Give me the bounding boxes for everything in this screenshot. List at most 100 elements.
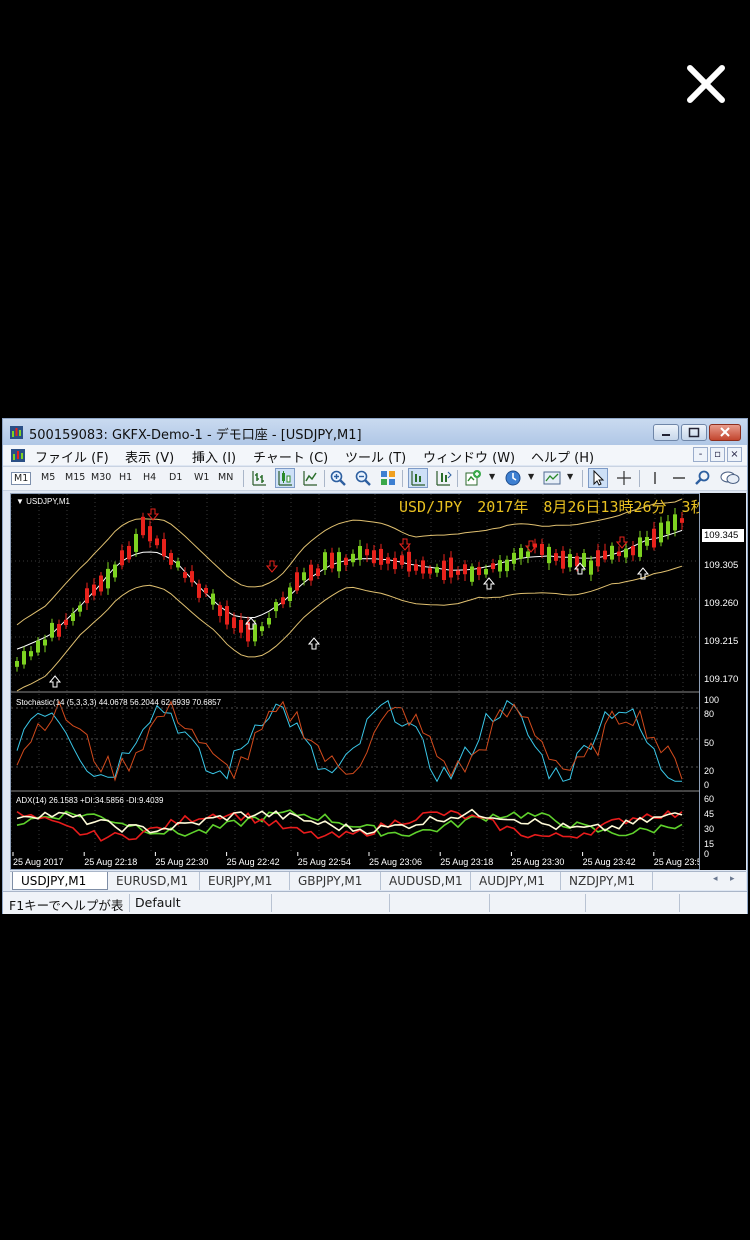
candle-body: [554, 553, 558, 561]
menu-file[interactable]: ファイル (F): [35, 447, 109, 466]
candle-body: [568, 554, 572, 568]
app-icon: [10, 426, 23, 439]
crosshair-icon[interactable]: [615, 469, 633, 487]
tab-audjpy[interactable]: AUDJPY,M1: [471, 872, 561, 890]
candle-body: [281, 597, 285, 605]
close-window-button[interactable]: [709, 424, 741, 441]
candle-body: [302, 572, 306, 581]
candle-body: [155, 538, 159, 546]
cursor-icon[interactable]: [588, 468, 608, 488]
period-dropdown-arrow[interactable]: ▼: [528, 472, 534, 481]
candle-body: [561, 550, 565, 569]
timeframe-m15[interactable]: M15: [65, 472, 85, 483]
candle-body: [470, 566, 474, 582]
maximize-icon: [688, 427, 700, 438]
candle-body: [435, 567, 439, 573]
timeframe-m30[interactable]: M30: [91, 472, 111, 483]
tab-audusd[interactable]: AUDUSD,M1: [381, 872, 471, 890]
tab-nzdjpy[interactable]: NZDJPY,M1: [561, 872, 653, 890]
timeframe-h1[interactable]: H1: [119, 472, 132, 483]
candle-body: [421, 560, 425, 574]
tab-gbpjpy[interactable]: GBPJPY,M1: [290, 872, 381, 890]
adx-label: ADX(14) 26.1583 +DI:34.5856 -DI:9.4039: [16, 796, 164, 805]
candle-body: [113, 564, 117, 578]
timeframe-h4[interactable]: H4: [143, 472, 156, 483]
timeframe-mn[interactable]: MN: [218, 472, 233, 483]
candles: [15, 508, 684, 672]
menu-window[interactable]: ウィンドウ (W): [423, 447, 515, 466]
chat-icon[interactable]: [719, 469, 741, 487]
maximize-button[interactable]: [681, 424, 707, 441]
candle-body: [519, 548, 523, 559]
candle-body: [218, 605, 222, 616]
indicators-dropdown-arrow[interactable]: ▼: [489, 472, 495, 481]
price-axis-label-0: 109.305: [704, 560, 739, 571]
menu-view[interactable]: 表示 (V): [125, 447, 174, 466]
timeframe-m1[interactable]: M1: [11, 472, 32, 485]
stoch-level-100: 100: [704, 695, 720, 705]
search-icon[interactable]: [693, 469, 711, 487]
candle-body: [631, 546, 635, 556]
candle-body: [36, 640, 40, 653]
stochastic-main-line: [16, 699, 682, 783]
candle-body: [50, 622, 54, 638]
candle-body: [204, 587, 208, 594]
line-chart-icon[interactable]: [301, 469, 319, 487]
title-bar: 500159083: GKFX-Demo-1 - デモ口座 - [USDJPY,…: [3, 419, 747, 445]
timeframe-d1[interactable]: D1: [169, 472, 182, 483]
candle-body: [589, 560, 593, 575]
candle-body: [239, 619, 243, 633]
clock-text: USD/JPY 2017年 8月26日13時26分 3秒: [399, 498, 699, 516]
price-axis-panel: 109.345 109.305 109.260 109.215 109.170 …: [700, 493, 746, 870]
horizontal-line-icon[interactable]: [670, 469, 688, 487]
candle-body: [15, 660, 19, 667]
tab-eurjpy[interactable]: EURJPY,M1: [200, 872, 290, 890]
time-label: 25 Aug 23:42: [583, 857, 636, 867]
zoom-in-icon[interactable]: [329, 469, 347, 487]
close-overlay-button[interactable]: [682, 60, 730, 108]
timeframe-w1[interactable]: W1: [194, 472, 209, 483]
menu-chart[interactable]: チャート (C): [253, 447, 328, 466]
chart-area[interactable]: ▼ USDJPY,M1 USD/JPY 2017年 8月26日13時26分 3秒…: [10, 493, 700, 870]
period-clock-icon[interactable]: [504, 469, 522, 487]
candle-body: [344, 557, 348, 566]
signal-arrow-up: [48, 675, 62, 688]
menu-insert[interactable]: 挿入 (I): [192, 447, 236, 466]
candle-body: [162, 539, 166, 557]
status-profile: Default: [135, 895, 181, 910]
bar-chart-icon[interactable]: [250, 469, 268, 487]
zoom-out-icon[interactable]: [354, 469, 372, 487]
templates-icon[interactable]: [543, 469, 561, 487]
tile-windows-icon[interactable]: [379, 469, 397, 487]
candlestick-icon[interactable]: [275, 468, 295, 488]
stoch-level-0: 0: [704, 780, 710, 790]
autoscroll-icon[interactable]: [434, 469, 452, 487]
time-axis: 25 Aug 2017 25 Aug 22:18 25 Aug 22:30 25 Au…: [12, 852, 699, 867]
mdi-restore-button[interactable]: ▫: [710, 447, 725, 462]
tab-scroll-right-icon[interactable]: ▸: [730, 874, 735, 884]
candle-body: [78, 605, 82, 612]
mdi-minimize-button[interactable]: -: [693, 447, 708, 462]
menu-tools[interactable]: ツール (T): [345, 447, 406, 466]
chart-shift-icon[interactable]: [408, 468, 428, 488]
tab-eurusd[interactable]: EURUSD,M1: [108, 872, 200, 890]
timeframe-m5[interactable]: M5: [41, 472, 55, 483]
minimize-button[interactable]: [653, 424, 679, 441]
signal-arrow-up: [482, 577, 496, 590]
candle-body: [57, 624, 61, 637]
price-chart[interactable]: ▼ USDJPY,M1 USD/JPY 2017年 8月26日13時26分 3秒…: [11, 494, 699, 869]
indicators-icon[interactable]: [464, 469, 482, 487]
mdi-close-button[interactable]: ×: [727, 447, 742, 462]
candle-body: [337, 552, 341, 572]
adx-lines: [16, 808, 683, 842]
tab-scroll-left-icon[interactable]: ◂: [713, 874, 718, 884]
candle-body: [232, 617, 236, 629]
candle-body: [253, 624, 257, 642]
signal-arrows: [48, 508, 650, 688]
menu-help[interactable]: ヘルプ (H): [531, 447, 594, 466]
candle-body: [106, 568, 110, 589]
candle-body: [463, 564, 467, 575]
vertical-line-icon[interactable]: [646, 469, 664, 487]
templates-dropdown-arrow[interactable]: ▼: [567, 472, 573, 481]
tab-usdjpy[interactable]: USDJPY,M1: [12, 872, 108, 890]
